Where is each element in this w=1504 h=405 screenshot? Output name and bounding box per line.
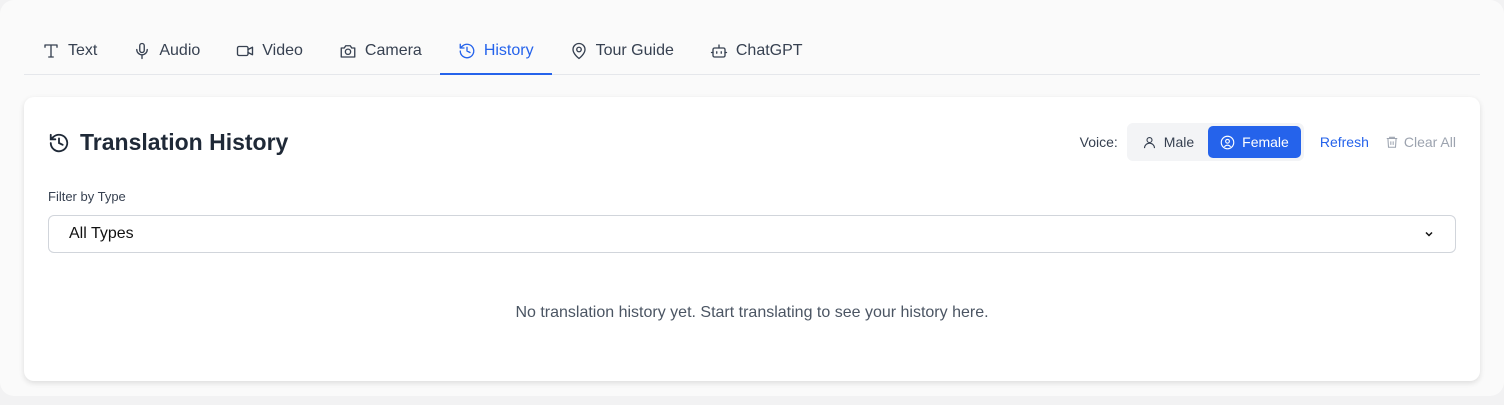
tab-camera[interactable]: Camera xyxy=(321,28,440,74)
title-text: Translation History xyxy=(80,129,289,155)
tab-history[interactable]: History xyxy=(439,28,552,75)
voice-toggle: Male Female xyxy=(1126,123,1304,161)
tab-chatgpt[interactable]: ChatGPT xyxy=(692,28,821,74)
refresh-button[interactable]: Refresh xyxy=(1320,134,1369,150)
tab-label: Video xyxy=(262,42,303,59)
microphone-icon xyxy=(136,42,149,60)
user-circle-icon xyxy=(1220,135,1235,149)
filter-label: Filter by Type xyxy=(48,189,126,204)
tab-label: ChatGPT xyxy=(735,42,803,59)
clear-all-button[interactable]: Clear All xyxy=(1385,134,1456,150)
history-icon xyxy=(49,133,69,152)
app-container: Text Audio Video Camera History Tour Gui… xyxy=(0,0,1504,396)
tab-video[interactable]: Video xyxy=(218,28,321,74)
map-pin-icon xyxy=(571,42,586,60)
voice-label: Voice: xyxy=(1079,134,1118,150)
tab-label: Text xyxy=(68,42,98,59)
tab-label: Tour Guide xyxy=(595,42,674,59)
type-icon xyxy=(44,44,58,58)
history-icon xyxy=(459,43,475,58)
user-icon xyxy=(1143,136,1155,148)
male-label: Male xyxy=(1163,134,1195,150)
empty-state-message: No translation history yet. Start transl… xyxy=(515,304,989,321)
female-label: Female xyxy=(1242,134,1289,150)
tab-label: Camera xyxy=(364,42,422,59)
tab-text[interactable]: Text xyxy=(24,28,115,74)
clear-all-label: Clear All xyxy=(1403,134,1456,150)
video-icon xyxy=(237,45,254,57)
camera-icon xyxy=(340,45,356,58)
history-controls: Voice: Male Female Refresh Clear All xyxy=(1080,123,1456,161)
filter-value: All Types xyxy=(69,225,134,242)
tab-label: Audio xyxy=(159,42,201,59)
history-panel: Translation History Voice: Male Female R… xyxy=(24,97,1480,381)
filter-type-select[interactable]: All Types xyxy=(48,215,1456,253)
tab-label: History xyxy=(483,41,534,59)
tab-tour-guide[interactable]: Tour Guide xyxy=(552,28,692,74)
bot-icon xyxy=(710,44,728,58)
chevron-down-icon xyxy=(1425,231,1433,237)
trash-icon xyxy=(1386,136,1398,148)
tab-bar: Text Audio Video Camera History Tour Gui… xyxy=(24,28,1480,75)
page-title: Translation History xyxy=(48,129,288,156)
tab-audio[interactable]: Audio xyxy=(115,28,218,74)
voice-male-button[interactable]: Male xyxy=(1130,126,1206,158)
voice-female-button[interactable]: Female xyxy=(1208,126,1301,158)
